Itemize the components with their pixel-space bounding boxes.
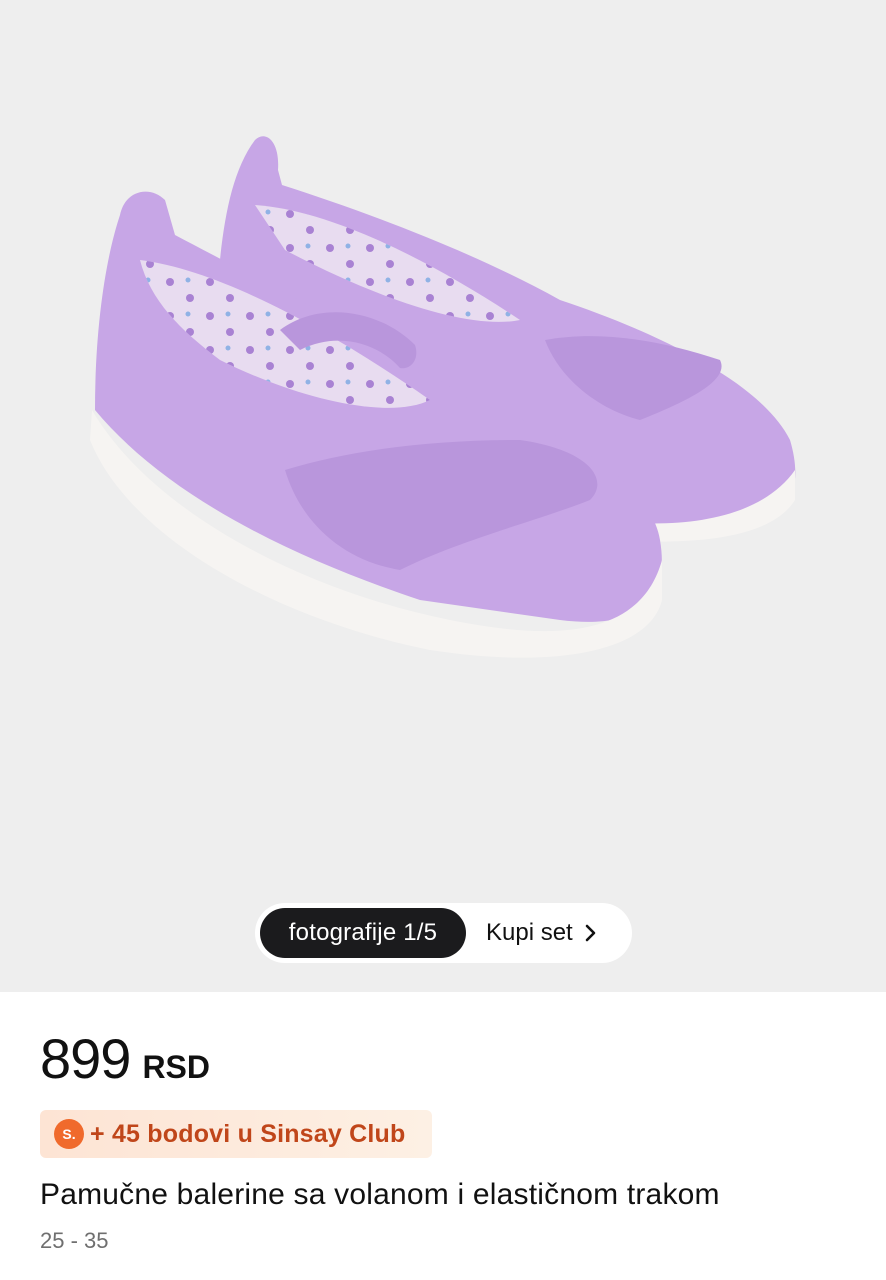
product-gallery[interactable]: fotografije 1/5 Kupi set — [0, 0, 886, 992]
price: 899 RSD — [40, 1026, 210, 1091]
sinsay-club-icon: S. — [54, 1119, 84, 1149]
product-photo[interactable] — [0, 0, 886, 992]
price-amount: 899 — [40, 1027, 131, 1090]
photo-counter[interactable]: fotografije 1/5 — [260, 908, 466, 958]
size-range: 25 - 35 — [40, 1228, 109, 1253]
loyalty-points-badge: S. + 45 bodovi u Sinsay Club — [40, 1110, 432, 1158]
buy-set-link[interactable]: Kupi set — [486, 919, 597, 947]
chevron-right-icon — [585, 924, 596, 942]
loyalty-points-text: + 45 bodovi u Sinsay Club — [90, 1119, 406, 1148]
product-title: Pamučne balerine sa volanom i elastičnom… — [40, 1178, 720, 1211]
buy-set-label: Kupi set — [486, 919, 573, 946]
gallery-controls: fotografije 1/5 Kupi set — [255, 903, 632, 963]
price-currency: RSD — [142, 1049, 210, 1085]
